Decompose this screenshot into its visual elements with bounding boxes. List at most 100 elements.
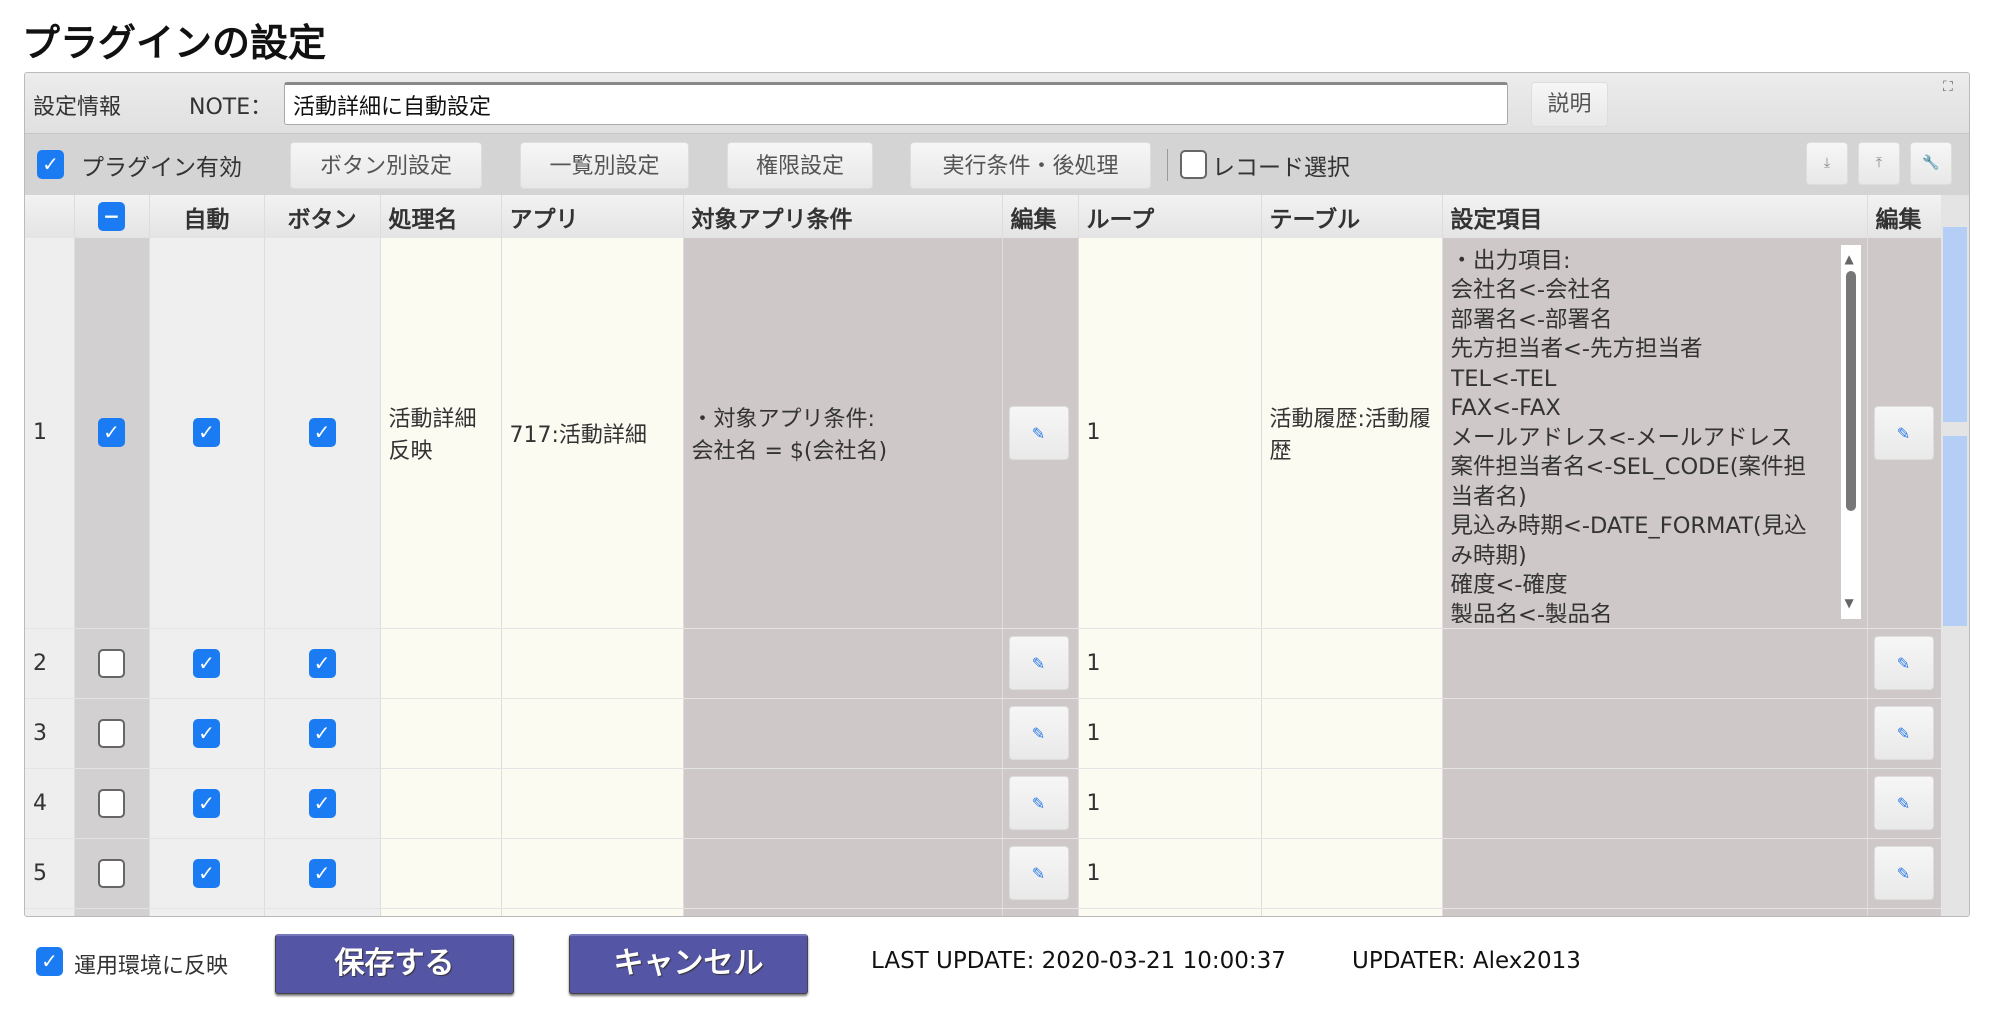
edit-cell: ✎ (1002, 838, 1079, 909)
empty-cell (264, 908, 381, 916)
button-checkbox[interactable]: ✓ (308, 418, 336, 448)
header-button: ボタン (264, 195, 381, 238)
pencil-icon: ✎ (1031, 654, 1046, 673)
select-all-checkbox[interactable]: − (74, 195, 150, 238)
table-row: 4 ✓ ✓ ✓ ✎ 1 ✎ (25, 768, 1944, 839)
app-name (501, 768, 684, 839)
table-row: 5 ✓ ✓ ✓ ✎ 1 ✎ (25, 838, 1944, 909)
auto-checkbox[interactable]: ✓ (193, 418, 220, 448)
select-cell: ✓ (74, 838, 150, 909)
checkbox-checked-icon: ✓ (308, 718, 336, 748)
reflect-checkbox[interactable]: ✓ (36, 947, 63, 976)
edit-condition-button[interactable]: ✎ (1008, 776, 1069, 830)
row-select-checkbox[interactable]: ✓ (98, 418, 125, 448)
empty-cell (1442, 908, 1868, 916)
select-cell: ✓ (74, 698, 150, 769)
plugin-enabled-checkbox[interactable]: ✓ (37, 150, 64, 179)
button-checkbox[interactable]: ✓ (308, 858, 336, 888)
checkbox-checked-icon: ✓ (193, 788, 220, 818)
record-select-label: レコード選択 (1212, 155, 1350, 181)
row-select-checkbox[interactable]: ✓ (98, 858, 125, 888)
record-select-checkbox[interactable]: ✓ (1180, 150, 1207, 179)
plugin-enabled-label: プラグイン有効 (81, 155, 242, 181)
checkbox-unchecked-icon: ✓ (98, 648, 125, 678)
app-name (501, 698, 684, 769)
process-name (380, 698, 502, 769)
checkbox-unchecked-icon: ✓ (98, 718, 125, 748)
scrollbar-thumb[interactable] (1943, 227, 1967, 422)
settings-cell (1442, 698, 1868, 769)
pencil-icon: ✎ (1031, 423, 1046, 443)
textarea-scrollbar[interactable]: ▲ ▼ (1840, 244, 1861, 619)
expand-icon[interactable]: ⛶ (1943, 79, 1953, 95)
reflect-label: 運用環境に反映 (74, 954, 229, 979)
edit-settings-button[interactable]: ✎ (1873, 776, 1934, 830)
help-button[interactable]: 説明 (1531, 82, 1608, 127)
scrollbar-track-highlight (1943, 436, 1967, 626)
conditions-postprocess-button[interactable]: 実行条件・後処理 (910, 142, 1151, 189)
edit-condition-button[interactable]: ✎ (1008, 636, 1069, 690)
edit-condition-button[interactable]: ✎ (1008, 846, 1069, 900)
empty-cell (1002, 908, 1079, 916)
settings-textarea[interactable]: ・出力項目: 会社名<-会社名 部署名<-部署名 先方担当者<-先方担当者 TE… (1451, 243, 1863, 623)
auto-checkbox[interactable]: ✓ (193, 788, 220, 818)
edit-condition-button[interactable]: ✎ (1008, 405, 1069, 460)
save-button[interactable]: 保存する (275, 934, 514, 994)
list-settings-button[interactable]: 一覧別設定 (520, 142, 689, 189)
auto-cell: ✓ (149, 768, 265, 839)
checkbox-unchecked-icon: ✓ (1180, 150, 1207, 179)
scroll-down-icon[interactable]: ▼ (1845, 589, 1854, 619)
auto-checkbox[interactable]: ✓ (193, 858, 220, 888)
target-condition (683, 838, 1003, 909)
wrench-icon[interactable]: 🔧 (1910, 142, 1952, 185)
download-icon[interactable]: ⤓ (1806, 142, 1848, 185)
loop-value: 1 (1078, 838, 1262, 909)
table-header: − 自動 ボタン 処理名 アプリ 対象アプリ条件 編集 ループ テーブル 設定項… (25, 195, 1944, 238)
button-checkbox[interactable]: ✓ (308, 788, 336, 818)
target-condition (683, 628, 1003, 699)
auto-checkbox[interactable]: ✓ (193, 648, 220, 678)
scroll-up-icon[interactable]: ▲ (1845, 245, 1854, 275)
checkbox-checked-icon: ✓ (308, 788, 336, 818)
edit-cell: ✎ (1002, 238, 1079, 629)
target-condition (683, 698, 1003, 769)
header-edit: 編集 (1002, 195, 1079, 238)
button-checkbox[interactable]: ✓ (308, 648, 336, 678)
row-select-checkbox[interactable]: ✓ (98, 718, 125, 748)
checkbox-checked-icon: ✓ (193, 718, 220, 748)
pencil-icon: ✎ (1031, 724, 1046, 743)
row-number: 4 (25, 768, 75, 839)
upload-icon[interactable]: ⤒ (1858, 142, 1900, 185)
row-select-checkbox[interactable]: ✓ (98, 788, 125, 818)
edit-settings-button[interactable]: ✎ (1873, 636, 1934, 690)
cancel-button[interactable]: キャンセル (569, 934, 808, 994)
process-name (380, 768, 502, 839)
auto-checkbox[interactable]: ✓ (193, 718, 220, 748)
header-table: テーブル (1261, 195, 1443, 238)
table-scrollbar[interactable] (1941, 195, 1969, 916)
row-number: 5 (25, 838, 75, 909)
loop-value: 1 (1078, 768, 1262, 839)
separator (1167, 149, 1168, 181)
settings-cell: ・出力項目: 会社名<-会社名 部署名<-部署名 先方担当者<-先方担当者 TE… (1442, 238, 1868, 629)
edit-settings-button[interactable]: ✎ (1873, 846, 1934, 900)
loop-value: 1 (1078, 238, 1262, 629)
settings-cell (1442, 768, 1868, 839)
checkbox-checked-icon: ✓ (193, 858, 220, 888)
button-checkbox[interactable]: ✓ (308, 718, 336, 748)
note-input[interactable]: 活動詳細に自動設定 (284, 82, 1508, 125)
button-cell: ✓ (264, 698, 381, 769)
edit-settings-button[interactable]: ✎ (1873, 706, 1934, 760)
row-select-checkbox[interactable]: ✓ (98, 648, 125, 678)
table-row (25, 908, 1944, 916)
auto-cell: ✓ (149, 238, 265, 629)
edit-settings-button[interactable]: ✎ (1873, 405, 1934, 460)
table-name (1261, 628, 1443, 699)
app-name: 717:活動詳細 (501, 238, 684, 629)
edit-condition-button[interactable]: ✎ (1008, 706, 1069, 760)
updater: UPDATER: Alex2013 (1352, 948, 1581, 974)
button-settings-button[interactable]: ボタン別設定 (290, 142, 482, 189)
permission-settings-button[interactable]: 権限設定 (727, 142, 873, 189)
empty-cell (683, 908, 1003, 916)
scrollbar-thumb[interactable] (1845, 270, 1856, 511)
